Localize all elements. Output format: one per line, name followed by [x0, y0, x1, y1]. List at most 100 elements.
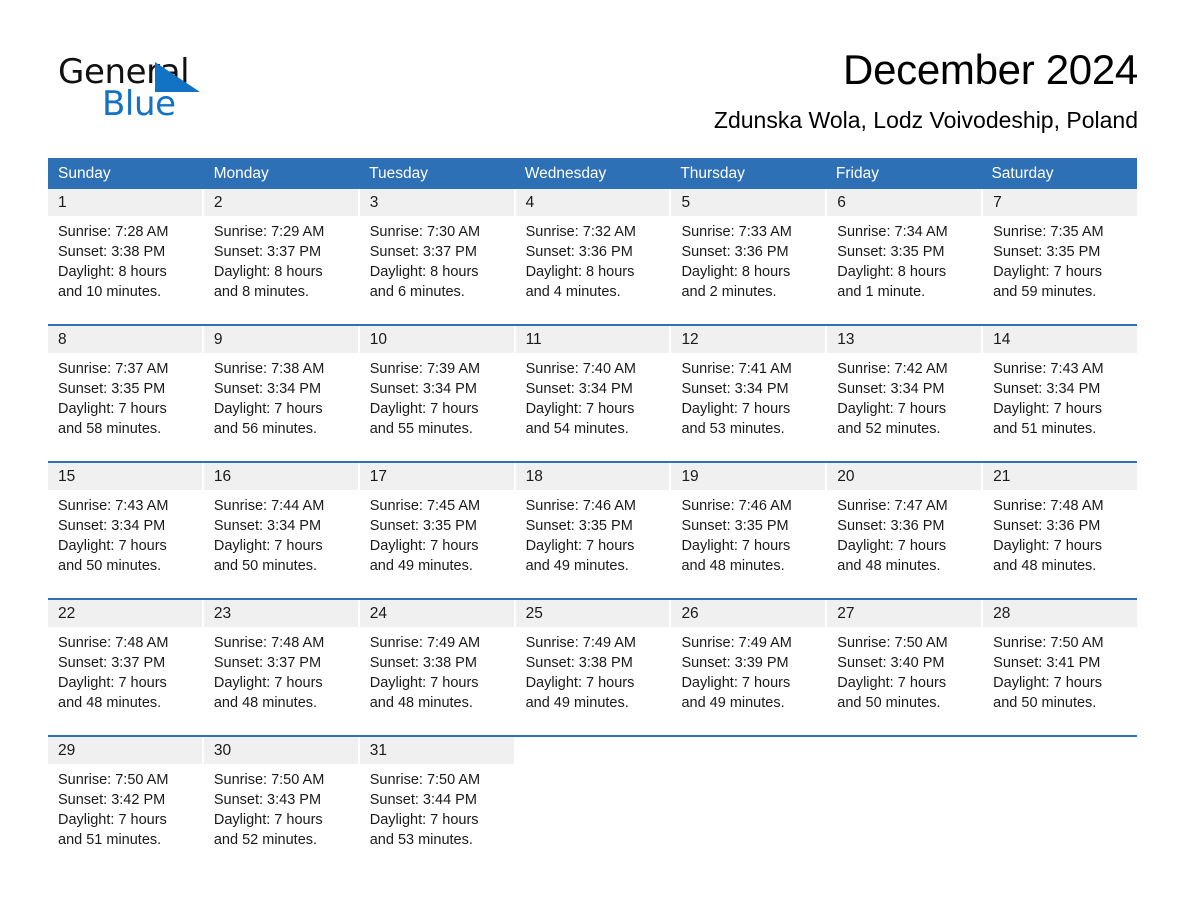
- day-number[interactable]: 19: [671, 463, 826, 490]
- day-cell[interactable]: Sunrise: 7:39 AM Sunset: 3:34 PM Dayligh…: [360, 353, 514, 461]
- day-number[interactable]: 4: [515, 189, 670, 216]
- daylight-text-line1: Daylight: 8 hours: [525, 264, 635, 280]
- day-cell[interactable]: Sunrise: 7:50 AM Sunset: 3:42 PM Dayligh…: [48, 764, 202, 872]
- day-number[interactable]: 18: [515, 463, 670, 490]
- daylight-text-line1: Daylight: 7 hours: [837, 675, 947, 691]
- daylight-text-line1: Daylight: 7 hours: [369, 401, 479, 417]
- day-cell[interactable]: Sunrise: 7:50 AM Sunset: 3:44 PM Dayligh…: [360, 764, 514, 872]
- day-cell[interactable]: Sunrise: 7:37 AM Sunset: 3:35 PM Dayligh…: [48, 353, 202, 461]
- sunrise-text: Sunrise: 7:43 AM: [58, 498, 169, 514]
- day-number[interactable]: 14: [983, 326, 1138, 353]
- daylight-text-line1: Daylight: 7 hours: [993, 264, 1102, 280]
- daylight-text-line2: and 6 minutes.: [369, 284, 465, 300]
- day-number[interactable]: 25: [515, 600, 670, 627]
- daylight-text-line1: Daylight: 7 hours: [993, 538, 1102, 554]
- day-number[interactable]: 3: [359, 189, 514, 216]
- week-detail-band: Sunrise: 7:48 AM Sunset: 3:37 PM Dayligh…: [48, 627, 1137, 735]
- day-cell[interactable]: Sunrise: 7:46 AM Sunset: 3:35 PM Dayligh…: [671, 490, 825, 598]
- day-number[interactable]: 31: [359, 737, 514, 764]
- calendar-week-row: 22 23 24 25 26 27 28 Sunrise: 7:48 AM Su…: [48, 598, 1138, 735]
- day-cell[interactable]: Sunrise: 7:28 AM Sunset: 3:38 PM Dayligh…: [48, 216, 202, 324]
- day-number[interactable]: 12: [671, 326, 826, 353]
- day-cell[interactable]: Sunrise: 7:29 AM Sunset: 3:37 PM Dayligh…: [204, 216, 358, 324]
- day-cell[interactable]: Sunrise: 7:50 AM Sunset: 3:43 PM Dayligh…: [204, 764, 358, 872]
- day-number[interactable]: 5: [671, 189, 826, 216]
- day-number[interactable]: 28: [983, 600, 1138, 627]
- daylight-text-line1: Daylight: 7 hours: [369, 675, 479, 691]
- day-number-empty: [827, 737, 982, 764]
- day-cell[interactable]: Sunrise: 7:50 AM Sunset: 3:40 PM Dayligh…: [827, 627, 981, 735]
- daylight-text-line1: Daylight: 8 hours: [58, 264, 167, 280]
- day-number[interactable]: 22: [48, 600, 202, 627]
- day-cell[interactable]: Sunrise: 7:45 AM Sunset: 3:35 PM Dayligh…: [360, 490, 514, 598]
- day-number[interactable]: 9: [203, 326, 358, 353]
- day-cell[interactable]: Sunrise: 7:32 AM Sunset: 3:36 PM Dayligh…: [516, 216, 670, 324]
- sunrise-text: Sunrise: 7:46 AM: [681, 498, 792, 514]
- daylight-text-line1: Daylight: 7 hours: [525, 675, 635, 691]
- day-cell[interactable]: Sunrise: 7:50 AM Sunset: 3:41 PM Dayligh…: [983, 627, 1137, 735]
- day-number[interactable]: 2: [203, 189, 358, 216]
- sunrise-text: Sunrise: 7:48 AM: [213, 635, 325, 651]
- sunset-text: Sunset: 3:36 PM: [681, 244, 789, 260]
- day-cell[interactable]: Sunrise: 7:40 AM Sunset: 3:34 PM Dayligh…: [516, 353, 670, 461]
- page-subtitle: Zdunska Wola, Lodz Voivodeship, Poland: [713, 107, 1138, 133]
- day-cell[interactable]: Sunrise: 7:49 AM Sunset: 3:38 PM Dayligh…: [360, 627, 514, 735]
- day-cell[interactable]: Sunrise: 7:49 AM Sunset: 3:38 PM Dayligh…: [516, 627, 670, 735]
- day-cell[interactable]: Sunrise: 7:48 AM Sunset: 3:36 PM Dayligh…: [983, 490, 1137, 598]
- day-cell[interactable]: Sunrise: 7:42 AM Sunset: 3:34 PM Dayligh…: [827, 353, 981, 461]
- weekday-header-thursday: Thursday: [680, 165, 745, 182]
- day-cell[interactable]: Sunrise: 7:47 AM Sunset: 3:36 PM Dayligh…: [827, 490, 981, 598]
- day-number[interactable]: 24: [359, 600, 514, 627]
- day-number[interactable]: 6: [827, 189, 982, 216]
- day-cell[interactable]: Sunrise: 7:43 AM Sunset: 3:34 PM Dayligh…: [48, 490, 202, 598]
- sunset-text: Sunset: 3:39 PM: [681, 655, 789, 671]
- sunrise-text: Sunrise: 7:50 AM: [58, 772, 169, 788]
- day-cell[interactable]: Sunrise: 7:34 AM Sunset: 3:35 PM Dayligh…: [827, 216, 981, 324]
- day-number[interactable]: 27: [827, 600, 982, 627]
- day-number[interactable]: 26: [671, 600, 826, 627]
- day-cell[interactable]: Sunrise: 7:35 AM Sunset: 3:35 PM Dayligh…: [983, 216, 1137, 324]
- day-number[interactable]: 8: [48, 326, 202, 353]
- day-cell[interactable]: Sunrise: 7:46 AM Sunset: 3:35 PM Dayligh…: [516, 490, 670, 598]
- sunset-text: Sunset: 3:43 PM: [213, 792, 322, 808]
- daylight-text-line1: Daylight: 7 hours: [837, 538, 947, 554]
- day-number[interactable]: 21: [983, 463, 1138, 490]
- day-cell[interactable]: Sunrise: 7:30 AM Sunset: 3:37 PM Dayligh…: [360, 216, 514, 324]
- sunrise-text: Sunrise: 7:40 AM: [525, 361, 636, 377]
- day-cell[interactable]: Sunrise: 7:43 AM Sunset: 3:34 PM Dayligh…: [983, 353, 1137, 461]
- day-number[interactable]: 7: [983, 189, 1138, 216]
- daylight-text-line2: and 55 minutes.: [369, 421, 473, 437]
- daylight-text-line2: and 58 minutes.: [58, 421, 162, 437]
- day-number[interactable]: 17: [359, 463, 514, 490]
- day-cell[interactable]: Sunrise: 7:41 AM Sunset: 3:34 PM Dayligh…: [671, 353, 825, 461]
- day-number[interactable]: 29: [48, 737, 202, 764]
- day-number[interactable]: 15: [48, 463, 202, 490]
- day-number-empty: [671, 737, 826, 764]
- week-daynumber-band: 22 23 24 25 26 27 28: [48, 600, 1138, 627]
- daylight-text-line2: and 54 minutes.: [525, 421, 629, 437]
- day-cell[interactable]: Sunrise: 7:49 AM Sunset: 3:39 PM Dayligh…: [671, 627, 825, 735]
- day-cell[interactable]: Sunrise: 7:48 AM Sunset: 3:37 PM Dayligh…: [204, 627, 358, 735]
- day-cell[interactable]: Sunrise: 7:38 AM Sunset: 3:34 PM Dayligh…: [204, 353, 358, 461]
- day-number[interactable]: 23: [203, 600, 358, 627]
- day-number[interactable]: 1: [48, 189, 202, 216]
- sunrise-text: Sunrise: 7:50 AM: [993, 635, 1104, 651]
- weekday-header-sunday: Sunday: [58, 165, 111, 182]
- day-number[interactable]: 11: [515, 326, 670, 353]
- daylight-text-line2: and 49 minutes.: [369, 558, 473, 574]
- day-cell[interactable]: Sunrise: 7:33 AM Sunset: 3:36 PM Dayligh…: [671, 216, 825, 324]
- sunrise-text: Sunrise: 7:30 AM: [369, 224, 481, 240]
- day-cell[interactable]: Sunrise: 7:44 AM Sunset: 3:34 PM Dayligh…: [204, 490, 358, 598]
- generalblue-logo[interactable]: General Blue: [58, 52, 258, 124]
- day-number[interactable]: 30: [203, 737, 358, 764]
- day-cell[interactable]: Sunrise: 7:48 AM Sunset: 3:37 PM Dayligh…: [48, 627, 202, 735]
- sunset-text: Sunset: 3:34 PM: [993, 381, 1101, 397]
- daylight-text-line2: and 49 minutes.: [525, 558, 629, 574]
- day-number[interactable]: 13: [827, 326, 982, 353]
- day-number[interactable]: 20: [827, 463, 982, 490]
- day-number[interactable]: 16: [203, 463, 358, 490]
- day-number[interactable]: 10: [359, 326, 514, 353]
- daylight-text-line2: and 49 minutes.: [681, 695, 785, 711]
- calendar-week-row: 1 2 3 4 5 6 7 Sunrise: 7:28 AM Sunset: 3…: [48, 189, 1138, 324]
- daylight-text-line2: and 53 minutes.: [369, 832, 473, 848]
